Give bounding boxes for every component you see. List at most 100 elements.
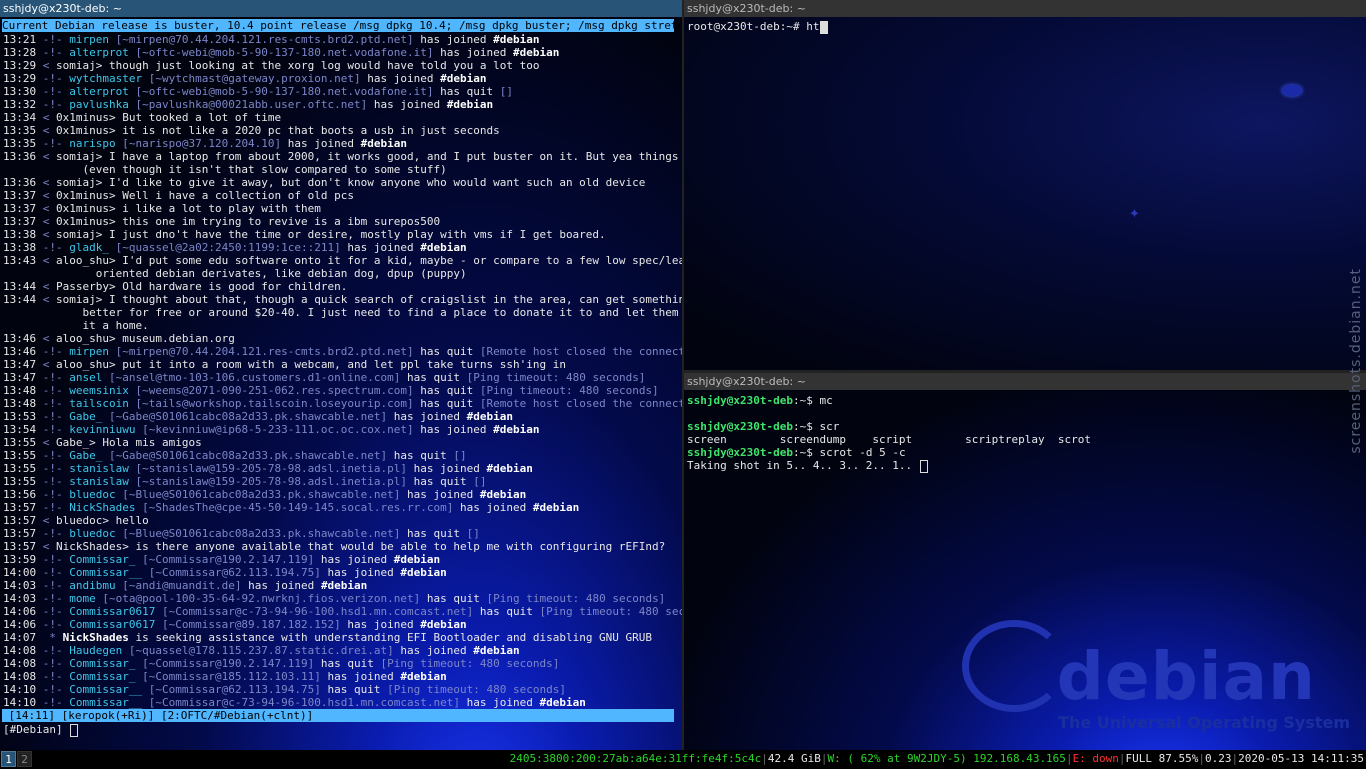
hostmask: [~Commissar@c-73-94-96-100.hsd1.mn.comca… [142, 696, 460, 709]
irc-input-line[interactable]: [#Debian] [3, 723, 79, 737]
line-marker: -!- [36, 449, 70, 462]
event-detail: [] [499, 85, 513, 98]
line-marker: -!- [36, 46, 70, 59]
line-marker: -!- [36, 33, 70, 46]
event-detail: #debian [532, 501, 580, 514]
message-text: it a home. [82, 319, 149, 332]
event-detail: #debian [512, 46, 560, 59]
line-marker: -!- [36, 553, 70, 566]
nick: mirpen [69, 33, 109, 46]
top-terminal-title[interactable]: sshjdy@x230t-deb: ~ [684, 0, 1366, 17]
chat-line: 13:59 -!- Commissar_ [~Commissar@190.2.1… [3, 553, 678, 566]
chat-line: 13:36 < somiaj> I have a laptop from abo… [3, 150, 679, 163]
timestamp: 13:44 [3, 293, 37, 306]
message-text: Old hardware is good for children. [115, 280, 348, 293]
message-text: I'd like to give it away, but don't know… [102, 176, 646, 189]
nick: 0x1minus> [56, 215, 116, 228]
chat-line: 13:47 -!- ansel [~ansel@tmo-103-106.cust… [3, 371, 678, 384]
irc-window-title[interactable]: sshjdy@x230t-deb: ~ [0, 0, 682, 17]
event-text: has joined [340, 241, 421, 254]
line-marker: -!- [36, 657, 70, 670]
chat-line: 13:30 -!- alterprot [~oftc-webi@mob-5-90… [3, 85, 678, 98]
channel-topic: Current Debian release is buster, 10.4 p… [2, 19, 682, 32]
hostmask: [~kevinniuw@ip68-5-233-111.oc.oc.cox.net… [135, 423, 414, 436]
timestamp: 14:08 [3, 644, 37, 657]
event-text: has joined [407, 462, 487, 475]
debian-swirl-icon [962, 620, 1066, 712]
nick: alterprot [69, 85, 129, 98]
event-detail: [Ping timeout: 480 seconds] [479, 384, 659, 397]
bottom-terminal-title[interactable]: sshjdy@x230t-deb: ~ [684, 373, 1366, 390]
event-text: has quit [420, 592, 487, 605]
message-text: put it into a room with a webcam, and le… [115, 358, 566, 371]
hostmask: [~mirpen@70.44.204.121.res-cmts.brd2.ptd… [109, 33, 414, 46]
line-marker: -!- [36, 683, 70, 696]
message-text: better for free or around $20-40. I just… [82, 306, 682, 319]
nick: Passerby> [56, 280, 116, 293]
bottom-terminal-window[interactable]: sshjdy@x230t-deb: ~ sshjdy@x230t-deb:~$ … [684, 373, 1366, 750]
event-text: has joined [413, 33, 494, 46]
i3-status-bar: 12 2405:3800:200:27ab:a64e:31ff:fe4f:5c4… [0, 750, 1366, 768]
nick: bluedoc [69, 488, 116, 501]
event-text: has quit [400, 527, 467, 540]
root-prompt-line[interactable]: root@x230t-deb:~# ht [687, 20, 1366, 34]
workspace-button-1[interactable]: 1 [1, 751, 16, 767]
message-text: is seeking assistance with understanding… [128, 631, 653, 644]
hostmask: [~quassel@178.115.237.87.static.drei.at] [122, 644, 394, 657]
timestamp: 13:55 [3, 449, 37, 462]
line-marker: -!- [36, 579, 70, 592]
line-marker: < [36, 189, 56, 202]
event-detail: #debian [420, 618, 467, 631]
message-text: (even though it isn't that slow compared… [82, 163, 447, 176]
nick: gladk_ [69, 241, 109, 254]
line-marker: < [36, 332, 56, 345]
message-text: though just looking at the xorg log woul… [102, 59, 540, 72]
line-marker [3, 306, 82, 319]
nick: Commissar_ [69, 553, 136, 566]
line-marker: -!- [36, 345, 70, 358]
nick: somiaj> [56, 176, 103, 189]
timestamp: 14:00 [3, 566, 37, 579]
nick: Commissar0617 [69, 618, 156, 631]
nick: Commissar0617 [69, 605, 156, 618]
ipv6-address: 2405:3800:200:27ab:a64e:31ff:fe4f:5c4c [509, 752, 762, 765]
chat-line: 13:38 -!- gladk_ [~quassel@2a02:2450:119… [3, 241, 678, 254]
top-terminal[interactable]: root@x230t-deb:~# ht ✦ [684, 17, 1366, 370]
event-detail: #debian [493, 33, 540, 46]
bottom-terminal[interactable]: sshjdy@x230t-deb:~$ mc sshjdy@x230t-deb:… [684, 390, 1366, 750]
event-detail: [Remote host closed the connection] [479, 345, 682, 358]
line-marker [3, 163, 82, 176]
line-marker [3, 267, 89, 280]
chat-line: 13:56 -!- bluedoc [~Blue@S01061cabc08a2d… [3, 488, 678, 501]
hostmask: [~pavlushka@00021abb.user.oftc.net] [128, 98, 368, 111]
line-marker: < [36, 228, 56, 241]
prompt-path: :~$ [792, 446, 820, 459]
nick: 0x1minus> [56, 189, 116, 202]
chat-line: 13:46 < aloo_shu> museum.debian.org [3, 332, 678, 345]
message-text: Well i have a collection of old pcs [115, 189, 355, 202]
line-marker: < [36, 111, 56, 124]
hostmask: [~Gabe@S01061cabc08a2d33.pk.shawcable.ne… [102, 410, 388, 423]
chat-line: 13:48 -!- weemsinix [~weems@2071-090-251… [3, 384, 678, 397]
top-terminal-window[interactable]: sshjdy@x230t-deb: ~ root@x230t-deb:~# ht… [684, 0, 1366, 370]
chat-line: 14:08 -!- Haudegen [~quassel@178.115.237… [3, 644, 678, 657]
timestamp: 13:29 [3, 59, 37, 72]
message-text: this one im trying to revive is a ibm su… [115, 215, 441, 228]
workspace-button-2[interactable]: 2 [17, 751, 32, 767]
timestamp: 13:29 [3, 72, 37, 85]
irc-terminal[interactable]: Current Debian release is buster, 10.4 p… [0, 17, 682, 750]
message-text: But tooked a lot of time [115, 111, 282, 124]
clock: 2020-05-13 14:11:35 [1238, 752, 1364, 765]
nick: mirpen [69, 345, 109, 358]
event-text: has quit [407, 475, 474, 488]
line-marker: * [36, 631, 63, 644]
battery-status: FULL 87.55% [1125, 752, 1199, 765]
chat-line: 13:34 < 0x1minus> But tooked a lot of ti… [3, 111, 678, 124]
event-text: has quit [473, 605, 540, 618]
irc-window[interactable]: sshjdy@x230t-deb: ~ Current Debian relea… [0, 0, 682, 750]
timestamp: 13:48 [3, 384, 37, 397]
chat-line: 13:21 -!- mirpen [~mirpen@70.44.204.121.… [3, 33, 678, 46]
timestamp: 13:35 [3, 137, 37, 150]
line-marker: < [36, 59, 56, 72]
nick: tailscoin [69, 397, 129, 410]
